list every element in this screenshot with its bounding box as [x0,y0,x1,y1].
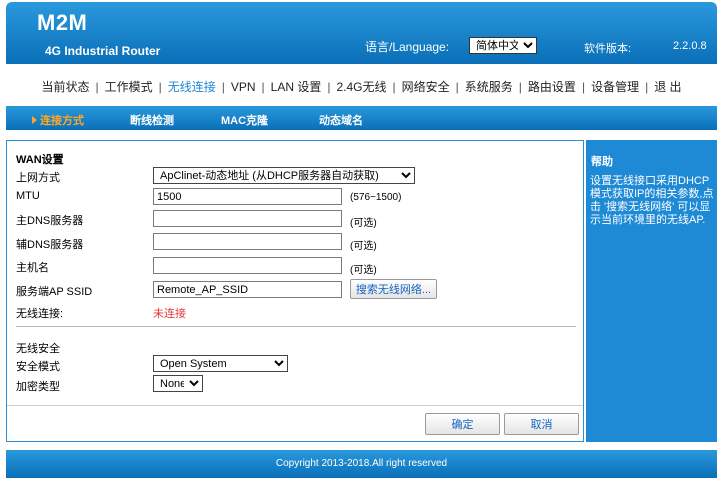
cancel-button[interactable]: 取消 [504,413,579,435]
connection-type-select[interactable]: ApClinet-动态地址 (从DHCP服务器自动获取) [153,167,415,184]
help-title: 帮助 [591,156,613,168]
section-divider [16,326,576,327]
nav-item-wireless-connection[interactable]: 无线连接 [162,78,222,95]
subnav-item-ddns[interactable]: 动态域名 [319,112,363,128]
product-name: 4G Industrial Router [45,44,161,58]
mtu-hint: (576~1500) [350,192,402,203]
wan-section-title: WAN设置 [16,154,64,166]
help-panel: 帮助 设置无线接口采用DHCP模式获取IP的相关参数,点击 '搜索无线网络' 可… [586,140,717,442]
nav-item-status[interactable]: 当前状态 [35,78,95,95]
subnav-item-mac-clone[interactable]: MAC克隆 [221,112,268,128]
secondary-dns-input[interactable] [153,233,342,250]
primary-dns-input[interactable] [153,210,342,227]
version-value: 2.2.0.8 [673,40,707,52]
top-navigation: 当前状态 | 工作模式 | 无线连接 | VPN | LAN 设置 | 2.4G无线 | 网… [6,74,717,99]
wireless-security-title: 无线安全 [16,343,60,355]
nav-item-device-management[interactable]: 设备管理 [585,78,645,95]
footer-copyright: Copyright 2013-2018.All right reserved [6,450,717,478]
action-divider [7,405,583,406]
mtu-input[interactable] [153,188,342,205]
secondary-dns-label: 辅DNS服务器 [16,239,84,251]
version-label: 软件版本: [584,43,632,55]
subnav-label: 连接方式 [40,115,84,127]
encryption-type-select[interactable]: None [153,375,203,392]
subnav-item-disconnect-detection[interactable]: 断线检测 [130,112,174,128]
ap-ssid-label: 服务端AP SSID [16,286,93,298]
nav-item-work-mode[interactable]: 工作模式 [99,78,159,95]
ap-ssid-input[interactable] [153,281,342,298]
connection-status: 未连接 [153,308,186,320]
header-banner: M2M 4G Industrial Router 语言/Language: 简体… [6,2,717,64]
wireless-connection-label: 无线连接: [16,308,64,320]
security-mode-select[interactable]: Open System [153,355,288,372]
hostname-hint: (可选) [350,265,377,276]
nav-item-routing[interactable]: 路由设置 [522,78,582,95]
nav-item-wifi-24g[interactable]: 2.4G无线 [330,78,392,95]
hostname-label: 主机名 [16,262,49,274]
primary-dns-hint: (可选) [350,218,377,229]
language-select[interactable]: 简体中文 [469,37,537,54]
arrow-right-icon [32,116,37,124]
brand-logo: M2M [37,10,88,35]
ok-button[interactable]: 确定 [425,413,500,435]
security-mode-label: 安全模式 [16,361,60,373]
nav-item-security[interactable]: 网络安全 [396,78,456,95]
encryption-type-label: 加密类型 [16,381,60,393]
nav-item-vpn[interactable]: VPN [225,80,262,94]
help-text: 设置无线接口采用DHCP模式获取IP的相关参数,点击 '搜索无线网络' 可以显示… [590,175,714,226]
nav-item-lan[interactable]: LAN 设置 [265,78,328,95]
secondary-dns-hint: (可选) [350,241,377,252]
connection-type-label: 上网方式 [16,172,60,184]
search-wireless-button[interactable]: 搜索无线网络... [350,279,437,299]
mtu-label: MTU [16,190,40,202]
subnav-item-connection-mode[interactable]: 连接方式 [32,112,84,128]
primary-dns-label: 主DNS服务器 [16,215,84,227]
nav-item-services[interactable]: 系统服务 [459,78,519,95]
language-label: 语言/Language: [365,40,450,54]
wan-settings-panel: WAN设置 上网方式 ApClinet-动态地址 (从DHCP服务器自动获取) … [6,140,584,442]
nav-item-logout[interactable]: 退 出 [648,78,687,95]
hostname-input[interactable] [153,257,342,274]
sub-navigation: 连接方式 断线检测 MAC克隆 动态域名 [6,106,717,130]
